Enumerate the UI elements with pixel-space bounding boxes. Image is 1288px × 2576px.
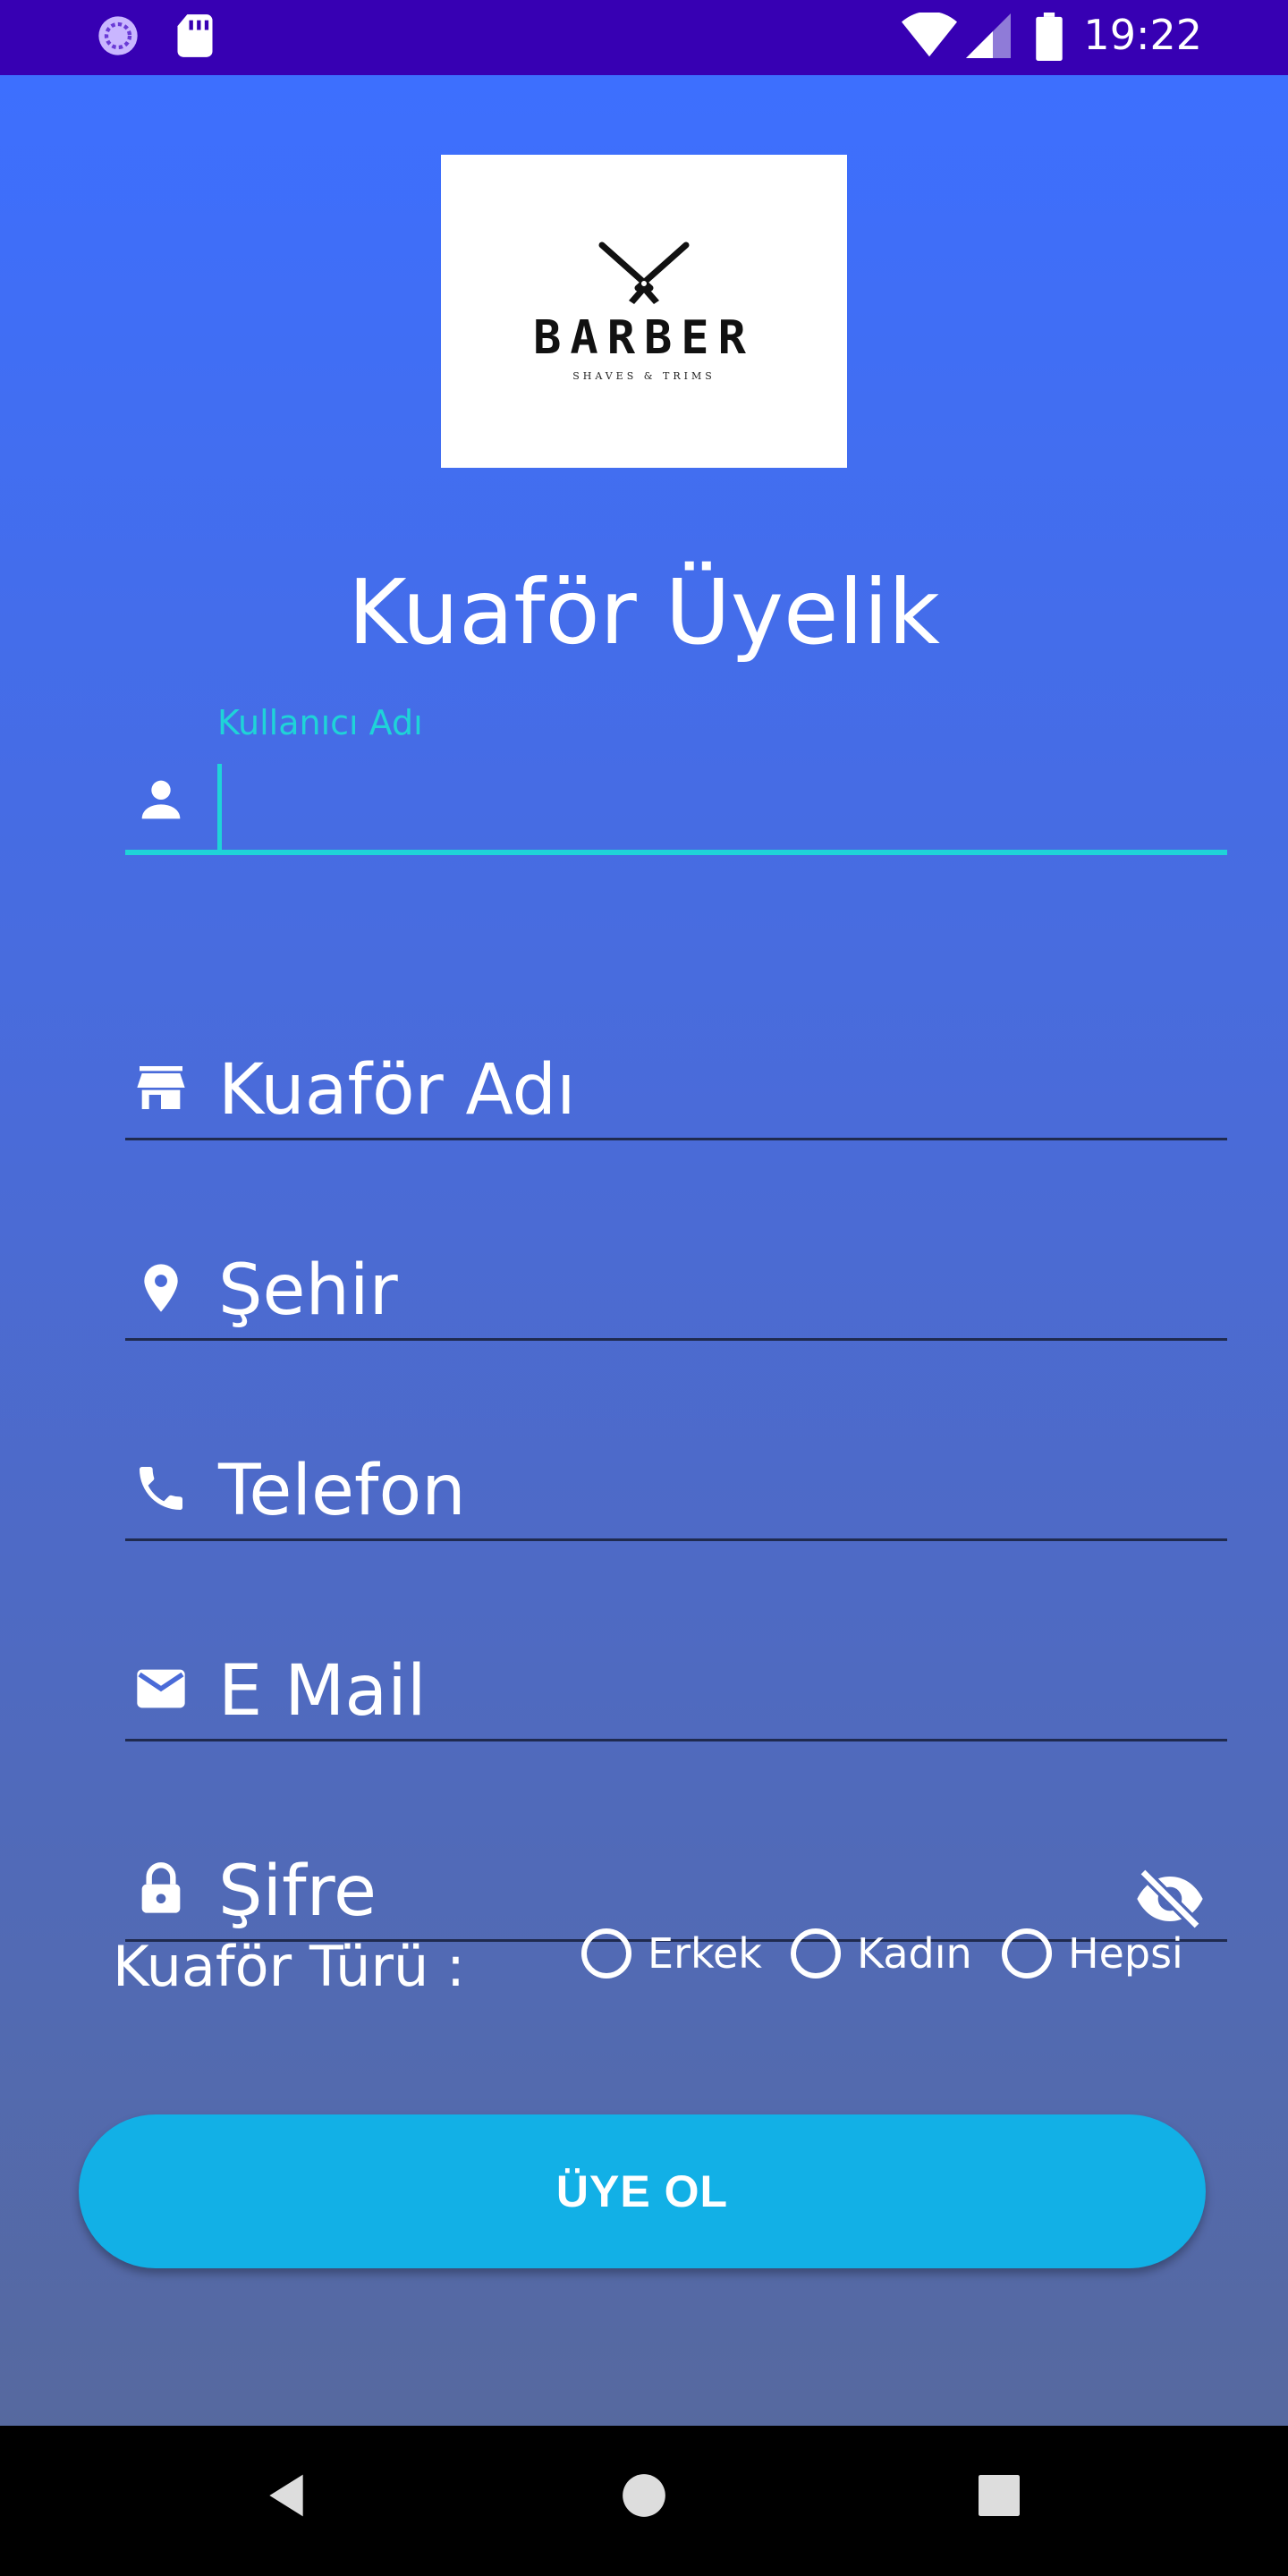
logo-wordmark: BARBER (533, 310, 755, 365)
username-field[interactable] (125, 742, 1227, 855)
password-field[interactable]: Şifre (125, 1832, 1227, 1942)
sd-card-icon (177, 14, 213, 57)
back-icon[interactable] (265, 2470, 308, 2521)
crossed-razors-icon (598, 242, 690, 304)
signal-icon (966, 13, 1011, 58)
city-placeholder: Şehir (218, 1250, 398, 1331)
radio-circle (1002, 1928, 1052, 1979)
radio-circle (581, 1928, 631, 1979)
phone-placeholder: Telefon (218, 1451, 466, 1531)
email-field[interactable]: E Mail (125, 1631, 1227, 1741)
battery-icon (1036, 13, 1063, 61)
logo-tagline: SHAVES & TRIMS (572, 369, 716, 382)
phone-icon (140, 1467, 182, 1510)
home-icon[interactable] (621, 2470, 667, 2521)
status-time: 19:22 (1083, 11, 1202, 59)
password-placeholder: Şifre (218, 1852, 377, 1932)
radio-kadin[interactable]: Kadın (791, 1928, 972, 1979)
salon-name-field[interactable]: Kuaför Adı (125, 1030, 1227, 1140)
navigation-bar (0, 2426, 1288, 2576)
registration-screen: BARBER SHAVES & TRIMS Kuaför Üyelik Kull… (0, 75, 1288, 2426)
radio-hepsi[interactable]: Hepsi (1002, 1928, 1183, 1979)
radio-label: Erkek (648, 1929, 762, 1978)
lock-icon (141, 1862, 181, 1913)
username-floating-label: Kullanıcı Adı (217, 703, 423, 742)
store-icon (137, 1066, 185, 1109)
email-icon (137, 1669, 185, 1708)
salon-type-label: Kuaför Türü : (113, 1934, 465, 1999)
location-pin-icon (144, 1264, 178, 1312)
email-placeholder: E Mail (218, 1651, 427, 1732)
recents-icon[interactable] (979, 2470, 1020, 2521)
radio-circle (791, 1928, 841, 1979)
radio-label: Kadın (857, 1929, 972, 1978)
radio-erkek[interactable]: Erkek (581, 1928, 762, 1979)
city-field[interactable]: Şehir (125, 1231, 1227, 1341)
salon-name-placeholder: Kuaför Adı (218, 1050, 576, 1131)
radio-label: Hepsi (1068, 1929, 1183, 1978)
salon-type-group: Kuaför Türü : Erkek Kadın Hepsi (113, 1927, 1222, 2016)
sync-icon (98, 16, 138, 55)
person-icon (141, 780, 181, 819)
eye-off-icon[interactable] (1134, 1868, 1206, 1930)
phone-field[interactable]: Telefon (125, 1431, 1227, 1541)
register-button[interactable]: ÜYE OL (79, 2114, 1206, 2268)
status-bar: 19:22 (0, 0, 1288, 75)
page-title: Kuaför Üyelik (348, 560, 940, 665)
wifi-icon (902, 13, 957, 57)
barber-logo: BARBER SHAVES & TRIMS (441, 155, 847, 468)
